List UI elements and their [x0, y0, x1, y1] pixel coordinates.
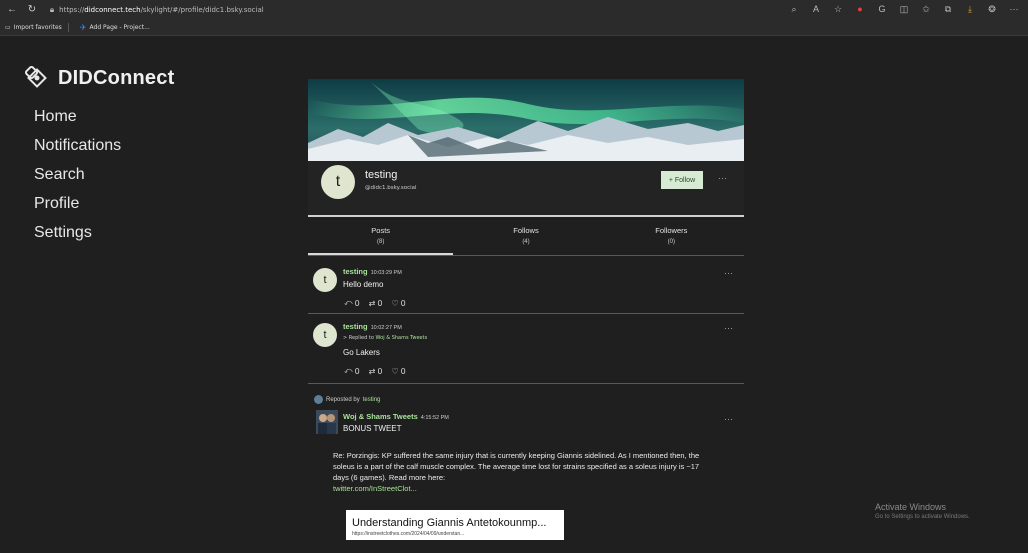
follow-button[interactable]: + Follow	[661, 171, 703, 189]
post-item[interactable]: t testing 10:02:27 PM > Replied to Woj & …	[308, 313, 744, 383]
like-button[interactable]: ♡ 0	[391, 366, 405, 376]
repost-icon: ⇄	[368, 298, 376, 308]
repost-by-link[interactable]: testing	[363, 397, 381, 403]
back-icon[interactable]: ←	[4, 4, 20, 15]
reply-context: > Replied to Woj & Shams Tweets	[343, 335, 428, 341]
favorite-star-icon[interactable]: ☆	[832, 4, 844, 15]
post-text: BONUS TWEET	[343, 424, 402, 433]
profile-tabs: Posts (8) Follows (4) Followers (0)	[308, 215, 744, 255]
nav-notifications[interactable]: Notifications	[34, 135, 121, 164]
reply-button[interactable]: ⤺ 0	[344, 298, 360, 308]
post-time: 10:02:27 PM	[370, 325, 402, 331]
tab-follows[interactable]: Follows (4)	[453, 217, 598, 255]
url-host: didconnect.tech	[84, 5, 141, 14]
aurora-mountains-image	[308, 79, 744, 161]
url-path: /skylight/#/profile/didc1.bsky.social	[140, 5, 264, 14]
repost-button[interactable]: ⇄ 0	[369, 366, 383, 376]
nav-profile[interactable]: Profile	[34, 193, 121, 222]
extension-icon[interactable]: ●	[854, 4, 866, 15]
collections-icon[interactable]: ⧉	[942, 4, 954, 15]
refresh-icon[interactable]: ↻	[24, 4, 40, 15]
repost-button[interactable]: ⇄ 0	[369, 298, 383, 308]
repost-context: Reposted by testing	[314, 395, 380, 404]
nav-settings[interactable]: Settings	[34, 222, 121, 251]
reply-icon: ⤺	[344, 366, 353, 375]
activate-windows-watermark: Activate Windows Go to Settings to activ…	[875, 502, 970, 520]
divider	[67, 22, 69, 32]
post-item[interactable]: t testing 10:03:29 PM Hello demo ··· ⤺ 0 ⇄…	[308, 255, 744, 313]
brand[interactable]: DIDConnect	[25, 66, 174, 90]
like-button[interactable]: ♡ 0	[391, 298, 405, 308]
bookmark-import[interactable]: ▭ Import favorites	[5, 24, 62, 31]
folder-icon: ▭	[5, 23, 11, 31]
post-link[interactable]: twitter.com/InStreetClot...	[333, 484, 417, 493]
link-card-url: https://instreetclothes.com/2024/04/09/u…	[352, 531, 465, 537]
favorites-bar: ▭ Import favorites ✈ Add Page - Project...	[0, 19, 1028, 36]
profile-name: testing	[365, 169, 398, 181]
favorites-icon[interactable]: ✩	[920, 4, 932, 15]
post-author[interactable]: Woj & Shams Tweets 4:15:52 PM	[343, 412, 449, 421]
heart-icon: ♡	[391, 298, 399, 308]
reply-link[interactable]: Woj & Shams Tweets	[376, 335, 428, 341]
post-time: 10:03:29 PM	[370, 270, 402, 276]
post-author[interactable]: testing 10:02:27 PM	[343, 322, 402, 331]
app-page: DIDConnect Home Notifications Search Pro…	[0, 36, 1028, 540]
nav-home[interactable]: Home	[34, 106, 121, 135]
post-actions: ⤺ 0 ⇄ 0 ♡ 0	[344, 366, 406, 376]
repost-icon: ⇄	[368, 366, 376, 376]
post-body: Re: Porzingis: KP suffered the same inju…	[333, 451, 700, 493]
address-bar[interactable]: 🔒︎ https://didconnect.tech/skylight/#/pr…	[50, 2, 788, 17]
post-feed: t testing 10:03:29 PM Hello demo ··· ⤺ 0 ⇄…	[308, 255, 744, 553]
copilot-icon[interactable]: ❂	[986, 4, 998, 15]
url-prefix: https://	[59, 5, 85, 14]
tab-posts[interactable]: Posts (8)	[308, 217, 454, 255]
repost-avatar-icon	[314, 395, 323, 404]
post-more-icon[interactable]: ···	[724, 324, 734, 333]
author-avatar[interactable]	[316, 410, 338, 434]
post-actions: ⤺ 0 ⇄ 0 ♡ 0	[344, 298, 406, 308]
browser-tools: ⌕ A ☆ ● G ◫ ✩ ⧉ ⤓ ❂ ···	[788, 4, 1020, 15]
tab-followers[interactable]: Followers (0)	[599, 217, 744, 255]
side-nav: Home Notifications Search Profile Settin…	[34, 106, 121, 251]
post-more-icon[interactable]: ···	[724, 415, 734, 424]
post-more-icon[interactable]: ···	[724, 269, 734, 278]
lock-icon: 🔒︎	[49, 4, 55, 14]
post-avatar[interactable]: t	[313, 268, 337, 292]
post-time: 4:15:52 PM	[420, 415, 449, 421]
refresh-ext-icon[interactable]: G	[876, 4, 888, 15]
more-options-icon[interactable]: ···	[718, 174, 728, 183]
avatar[interactable]: t	[321, 165, 355, 199]
brand-name: DIDConnect	[58, 66, 175, 89]
zoom-icon[interactable]: ⌕	[788, 4, 800, 15]
split-screen-icon[interactable]: ◫	[898, 4, 910, 15]
nav-search[interactable]: Search	[34, 164, 121, 193]
post-avatar[interactable]: t	[313, 323, 337, 347]
browser-toolbar: ← ↻ 🔒︎ https://didconnect.tech/skylight/…	[0, 0, 1028, 19]
project-icon: ✈	[79, 22, 87, 32]
reply-button[interactable]: ⤺ 0	[344, 366, 360, 376]
bookmark-add-page[interactable]: ✈ Add Page - Project...	[80, 23, 150, 32]
heart-icon: ♡	[391, 366, 399, 376]
post-author[interactable]: testing 10:03:29 PM	[343, 267, 402, 276]
profile-handle: @didc1.bsky.social	[365, 185, 417, 191]
profile-banner	[308, 79, 744, 161]
profile-header: t testing @didc1.bsky.social + Follow ··…	[308, 161, 744, 217]
post-text: Hello demo	[343, 280, 384, 289]
logo-icon	[25, 66, 47, 88]
menu-icon[interactable]: ···	[1008, 4, 1020, 15]
read-aloud-icon[interactable]: A	[810, 4, 822, 15]
link-preview-card[interactable]: Understanding Giannis Antetokounmp... ht…	[346, 510, 564, 540]
reply-icon: ⤺	[344, 298, 353, 307]
link-card-title: Understanding Giannis Antetokounmp...	[352, 517, 547, 529]
downloads-icon[interactable]: ⤓	[964, 4, 976, 15]
post-item[interactable]: Reposted by testing Woj & Shams Tweets 4:…	[308, 383, 744, 553]
post-text: Go Lakers	[343, 348, 380, 357]
